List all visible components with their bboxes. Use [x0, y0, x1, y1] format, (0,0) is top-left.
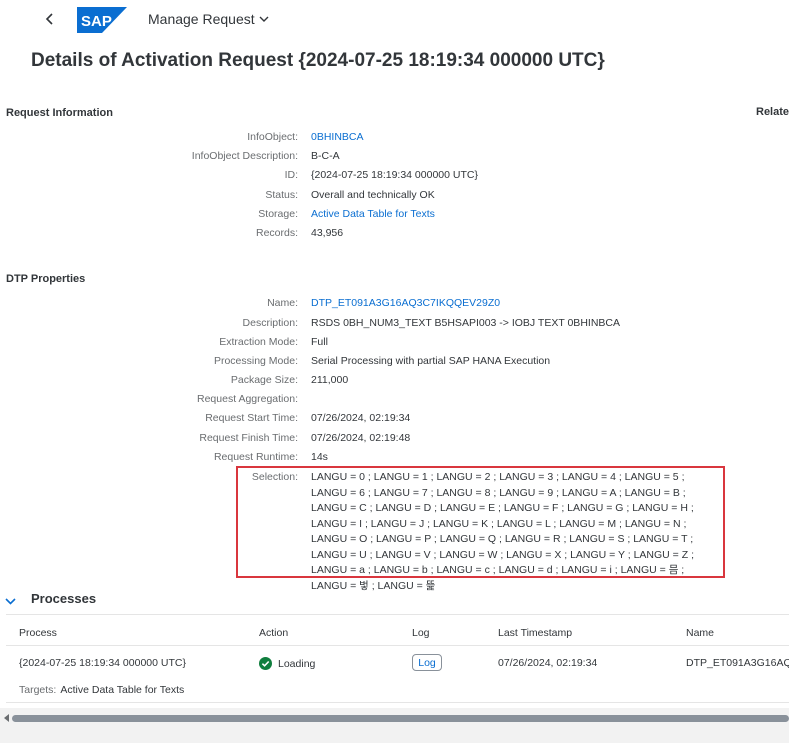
field-label: Name: [267, 297, 298, 309]
chevron-down-icon [259, 16, 269, 22]
targets-row: Targets: Active Data Table for Texts [19, 684, 184, 696]
field-id: ID: {2024-07-25 18:19:34 000000 UTC} [0, 169, 789, 185]
field-value: 07/26/2024, 02:19:48 [311, 432, 411, 444]
column-header-log: Log [412, 627, 430, 639]
table-divider [6, 702, 789, 703]
action-label: Loading [278, 657, 316, 670]
field-label: Processing Mode: [213, 355, 298, 367]
field-value: 14s [311, 451, 328, 463]
targets-label: Targets: [19, 684, 57, 696]
request-info-title: Request Information [6, 107, 113, 119]
field-label: Storage: [258, 208, 298, 220]
column-header-name: Name [686, 627, 715, 639]
field-label: Records: [255, 227, 298, 239]
check-circle-icon [259, 657, 272, 670]
field-infoobject-description: InfoObject Description: B-C-A [0, 150, 789, 166]
chevron-down-icon [5, 598, 16, 605]
field-status: Status: Overall and technically OK [0, 189, 789, 205]
related-section-title: Relate [756, 106, 789, 118]
column-header-process: Process [19, 627, 57, 639]
field-infoobject: InfoObject: 0BHINBCA [0, 131, 789, 147]
field-value: B-C-A [311, 150, 340, 162]
field-label: Package Size: [230, 374, 298, 386]
field-label: Description: [242, 317, 298, 329]
field-label: Request Aggregation: [197, 393, 298, 405]
field-package-size: Package Size: 211,000 [0, 374, 789, 390]
shell-bar: SAP Manage Request [0, 0, 789, 40]
selection-highlight-box [236, 466, 725, 578]
field-request-start-time: Request Start Time: 07/26/2024, 02:19:34 [0, 412, 789, 428]
targets-value: Active Data Table for Texts [60, 684, 185, 696]
field-label: InfoObject: [247, 131, 298, 143]
page-title: Details of Activation Request {2024-07-2… [31, 50, 605, 71]
processes-title: Processes [31, 591, 97, 606]
field-label: Request Runtime: [213, 451, 298, 463]
field-value: 211,000 [311, 374, 349, 386]
field-label: InfoObject Description: [191, 150, 298, 162]
dtp-name-link[interactable]: DTP_ET091A3G16AQ3C7IKQQEV29Z0 [311, 297, 500, 309]
field-value: RSDS 0BH_NUM3_TEXT B5HSAPI003 -> IOBJ TE… [311, 317, 620, 329]
table-divider [6, 614, 789, 615]
collapse-toggle[interactable] [5, 592, 16, 610]
infoobject-link[interactable]: 0BHINBCA [311, 131, 364, 143]
field-request-aggregation: Request Aggregation: [0, 393, 789, 409]
action-cell: Loading [259, 657, 315, 670]
sap-logo[interactable]: SAP [77, 7, 127, 33]
column-header-last-timestamp: Last Timestamp [498, 627, 573, 639]
column-header-action: Action [259, 627, 289, 639]
field-value: 43,956 [311, 227, 344, 239]
field-value: Serial Processing with partial SAP HANA … [311, 355, 551, 367]
back-button[interactable] [40, 9, 60, 29]
field-storage: Storage: Active Data Table for Texts [0, 208, 789, 224]
app-title: Manage Request [148, 11, 255, 27]
field-label: Request Start Time: [205, 412, 298, 424]
field-label: Request Finish Time: [199, 432, 298, 444]
dtp-properties-title: DTP Properties [6, 273, 86, 285]
field-label: Extraction Mode: [219, 336, 298, 348]
chevron-left-icon [45, 13, 53, 25]
field-extraction-mode: Extraction Mode: Full [0, 336, 789, 352]
field-request-finish-time: Request Finish Time: 07/26/2024, 02:19:4… [0, 432, 789, 448]
name-cell: DTP_ET091A3G16AQ [686, 657, 789, 669]
app-title-menu[interactable]: Manage Request [148, 11, 269, 27]
field-value: 07/26/2024, 02:19:34 [311, 412, 411, 424]
field-records: Records: 43,956 [0, 227, 789, 243]
svg-text:SAP: SAP [81, 13, 112, 30]
field-dtp-name: Name: DTP_ET091A3G16AQ3C7IKQQEV29Z0 [0, 297, 789, 313]
scrollbar-thumb[interactable] [12, 715, 789, 722]
storage-link[interactable]: Active Data Table for Texts [311, 208, 435, 220]
process-id-cell: {2024-07-25 18:19:34 000000 UTC} [19, 657, 186, 669]
horizontal-scrollbar[interactable] [4, 713, 789, 723]
field-label: ID: [284, 169, 298, 181]
log-button[interactable]: Log [412, 654, 442, 671]
scroll-left-icon[interactable] [4, 714, 9, 722]
field-value: Full [311, 336, 328, 348]
last-timestamp-cell: 07/26/2024, 02:19:34 [498, 657, 598, 669]
field-value: Overall and technically OK [311, 189, 435, 201]
table-divider [6, 645, 789, 646]
field-description: Description: RSDS 0BH_NUM3_TEXT B5HSAPI0… [0, 317, 789, 333]
field-request-runtime: Request Runtime: 14s [0, 451, 789, 467]
field-label: Status: [265, 189, 298, 201]
field-value: {2024-07-25 18:19:34 000000 UTC} [311, 169, 478, 181]
field-processing-mode: Processing Mode: Serial Processing with … [0, 355, 789, 371]
processes-header: Processes [0, 588, 789, 610]
